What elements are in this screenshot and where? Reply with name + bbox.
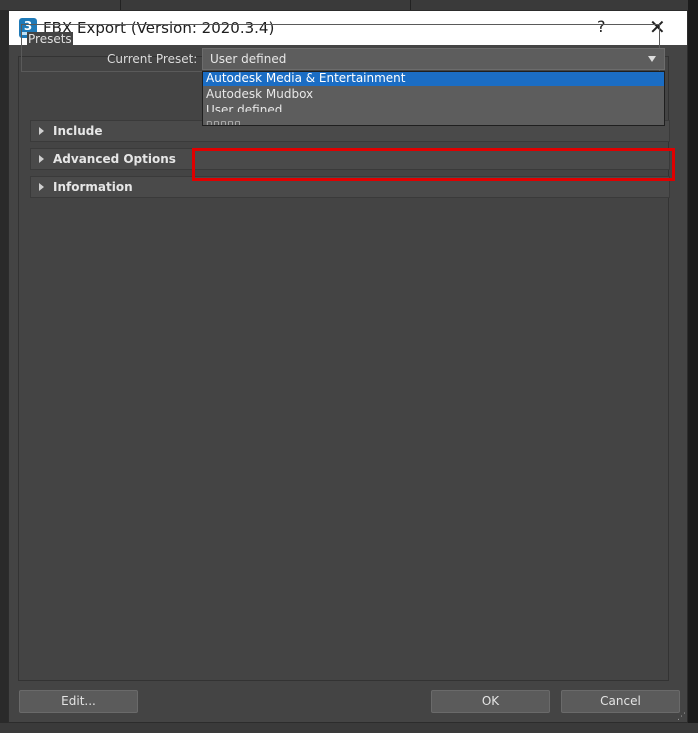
- preset-dropdown-list: Autodesk Media & Entertainment Autodesk …: [202, 71, 665, 126]
- expand-arrow-icon: [39, 127, 44, 135]
- dropdown-option[interactable]: User defined: [203, 102, 664, 112]
- edit-button[interactable]: Edit...: [19, 690, 138, 713]
- background-divider: [120, 0, 121, 10]
- current-preset-dropdown[interactable]: User defined: [202, 48, 665, 70]
- current-preset-label: Current Preset:: [107, 52, 198, 66]
- current-preset-value: User defined: [210, 52, 287, 66]
- dropdown-option[interactable]: Autodesk Media & Entertainment: [203, 72, 664, 86]
- fbx-export-dialog: 3 FBX Export (Version: 2020.3.4) ? ✕ Pre…: [8, 10, 688, 723]
- background-divider: [410, 0, 411, 10]
- section-label: Include: [53, 124, 103, 138]
- cancel-button[interactable]: Cancel: [561, 690, 680, 713]
- expand-arrow-icon: [39, 155, 44, 163]
- expand-arrow-icon: [39, 183, 44, 191]
- resize-grip-icon[interactable]: ⋰: [677, 712, 687, 722]
- highlight-annotation-box: [192, 148, 675, 181]
- background-viewport-bottom: [0, 723, 698, 733]
- chevron-down-icon: [648, 56, 656, 62]
- dropdown-option[interactable]: ▫▫▫▫▫: [203, 116, 664, 125]
- section-label: Advanced Options: [53, 152, 176, 166]
- ok-button[interactable]: OK: [431, 690, 550, 713]
- section-label: Information: [53, 180, 133, 194]
- background-viewport-top: [0, 0, 698, 10]
- presets-group-label: Presets: [27, 32, 73, 46]
- background-viewport-right: [688, 0, 698, 733]
- dropdown-option[interactable]: Autodesk Mudbox: [203, 86, 664, 102]
